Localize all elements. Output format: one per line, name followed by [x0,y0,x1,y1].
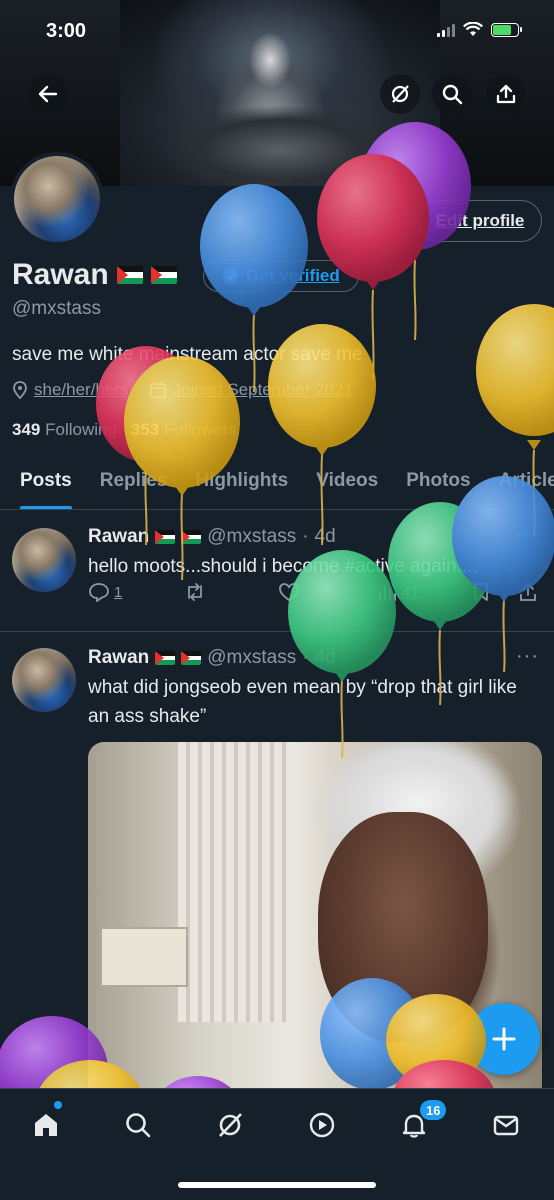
tweet-dot: · [302,526,309,547]
bookmark-icon [474,583,488,601]
reply-button[interactable]: 1 [88,582,122,602]
back-button[interactable] [28,74,68,114]
photo-curtain [178,742,288,1022]
compose-button[interactable] [468,1003,540,1075]
heart-icon [279,583,299,602]
views-button[interactable]: 41 [376,582,419,602]
verified-badge-icon [223,268,240,284]
home-indicator[interactable] [178,1182,376,1188]
joined-date: Joined September 2021 [172,380,354,399]
palestine-flag-icon [155,651,176,665]
bookmark-button[interactable] [472,582,490,602]
banner-figure [150,100,410,186]
nav-search[interactable] [118,1105,158,1145]
photo-face [318,812,488,1042]
notifications-badge: 16 [420,1100,447,1120]
palestine-flag-icon [181,651,202,665]
followers-link[interactable]: 353 Followers [131,420,237,440]
palestine-flag-icon [155,530,176,544]
share-icon [520,583,536,601]
profile-tabs: Posts Replies Highlights Videos Photos A… [0,456,554,510]
palestine-flag-icon [150,266,177,284]
profile-meta: she/her/hers Joined September 2021 [12,380,353,400]
nav-home[interactable] [26,1105,66,1145]
mail-icon [493,1115,519,1136]
home-unread-dot [54,1101,62,1109]
palestine-flag-icon [181,530,202,544]
play-icon [309,1112,335,1138]
tweet-handle[interactable]: @mxstass [207,526,296,548]
reply-count: 1 [114,583,123,601]
search-icon [126,1113,151,1138]
repost-button[interactable] [184,582,206,602]
tab-articles[interactable]: Articles [499,456,554,509]
tweet-header: Rawan @mxstass · 4d [88,526,336,548]
repost-icon [188,583,202,601]
share-button[interactable] [486,74,526,114]
tab-videos[interactable]: Videos [316,456,378,509]
tweet-handle[interactable]: @mxstass [207,647,296,669]
tweet-time: 4d [314,526,336,547]
display-name: Rawan [12,258,109,291]
profile-avatar[interactable] [10,152,104,246]
grok-button[interactable] [380,74,420,114]
balloon-yellow [476,304,554,450]
home-icon [35,1114,57,1136]
tweet-avatar[interactable] [12,528,76,592]
tweet-divider [0,631,554,632]
battery-icon [491,22,522,37]
tweet-author-name[interactable]: Rawan [88,526,149,548]
edit-profile-button[interactable]: Edit profile [418,200,542,242]
tab-posts[interactable]: Posts [20,456,72,509]
balloon-blue [200,184,308,316]
palestine-flag-icon [116,266,143,284]
nav-messages[interactable] [486,1105,526,1145]
share-tweet-button[interactable] [518,582,538,602]
views-count: 41 [402,583,419,601]
tweet-author-name[interactable]: Rawan [88,647,149,669]
calendar-icon [149,382,166,398]
profile-name: Rawan [12,258,177,292]
nav-grok[interactable] [210,1105,250,1145]
plus-icon [492,1027,516,1051]
profile-handle: @mxstass [12,298,101,319]
tweet-more-button[interactable]: ··· [516,645,539,668]
photo-sign [100,927,188,987]
tweet-dot: · [302,647,309,668]
tweet-text: hello moots...should i become #active ag… [88,556,478,577]
tweet-more-button[interactable]: ··· [516,524,539,547]
tweet-time: 4d [314,647,336,668]
grok-icon [391,85,409,103]
status-icons [437,22,522,37]
tweet-avatar[interactable] [12,648,76,712]
tweet-text: what did jongseob even mean by “drop tha… [88,677,517,727]
get-verified-button[interactable]: Get verified [203,260,359,292]
views-icon [379,585,396,601]
like-button[interactable] [278,582,300,602]
reply-icon [89,583,109,602]
following-link[interactable]: 349 Following [12,420,117,440]
grok-icon [219,1113,242,1137]
tab-highlights[interactable]: Highlights [195,456,288,509]
profile-bio: save me white mainstream actor save me [12,344,363,365]
search-icon [442,84,463,105]
arrow-left-icon [38,85,58,103]
search-button[interactable] [432,74,472,114]
wifi-icon [463,22,483,36]
share-icon [496,84,516,104]
follow-counts: 349 Following 353 Followers [12,420,237,440]
status-time: 3:00 [46,20,87,42]
pronouns-link[interactable]: she/her/hers [34,380,129,400]
get-verified-label: Get verified [246,266,340,285]
tab-photos[interactable]: Photos [406,456,470,509]
nav-video[interactable] [302,1105,342,1145]
tweet-header: Rawan @mxstass · 4d [88,647,336,669]
location-pin-icon [13,381,27,399]
signal-icon [437,23,455,37]
tab-replies[interactable]: Replies [100,456,168,509]
